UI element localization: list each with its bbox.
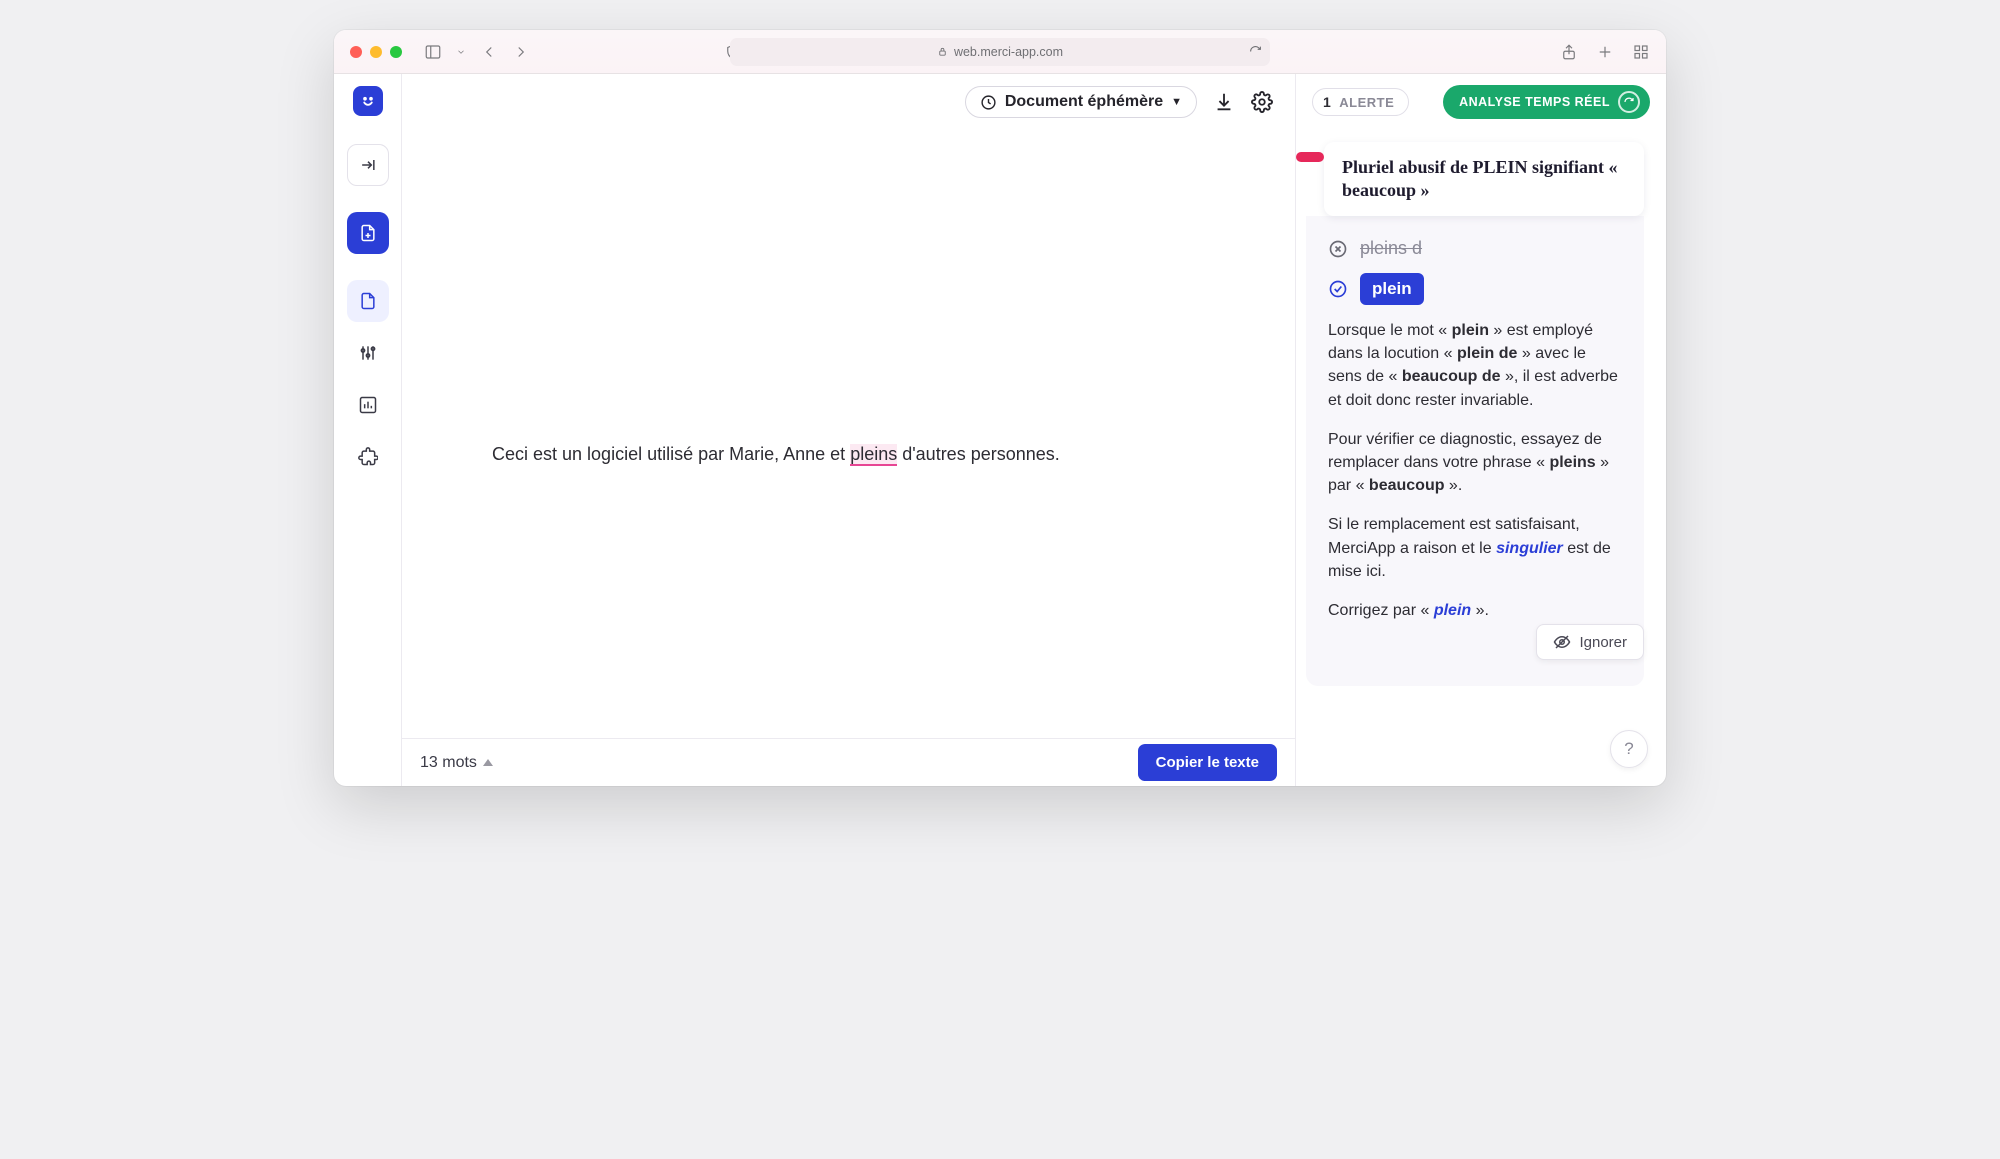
x-circle-icon — [1328, 239, 1348, 259]
alert-count-number: 1 — [1323, 94, 1331, 110]
panel-header: 1 ALERTE ANALYSE TEMPS RÉEL — [1296, 74, 1666, 130]
extension-button[interactable] — [347, 436, 389, 478]
ignore-button[interactable]: Ignorer — [1536, 624, 1644, 660]
download-button[interactable] — [1213, 91, 1235, 113]
error-highlight[interactable]: pleins — [850, 444, 897, 466]
copy-text-button[interactable]: Copier le texte — [1138, 744, 1277, 781]
chevron-down-icon[interactable] — [456, 43, 466, 61]
fix-row[interactable]: plein — [1328, 273, 1622, 305]
explanation: Lorsque le mot « plein » est employé dan… — [1328, 319, 1622, 622]
titlebar: web.merci-app.com — [334, 30, 1666, 74]
correction-body: pleins d plein Lorsque le mot « plein » … — [1306, 216, 1644, 686]
app-logo[interactable] — [353, 86, 383, 116]
stats-button[interactable] — [347, 384, 389, 426]
document-type-dropdown[interactable]: Document éphémère ▼ — [965, 86, 1197, 118]
url-bar[interactable]: web.merci-app.com — [730, 38, 1270, 66]
document-type-label: Document éphémère — [1005, 93, 1163, 111]
minimize-window-button[interactable] — [370, 46, 382, 58]
chevron-down-icon: ▼ — [1171, 96, 1182, 108]
alert-count-badge[interactable]: 1 ALERTE — [1312, 88, 1409, 116]
close-window-button[interactable] — [350, 46, 362, 58]
status-bar: 13 mots Copier le texte — [402, 738, 1295, 786]
word-count-text: 13 mots — [420, 754, 477, 772]
wrong-word-row: pleins d — [1328, 238, 1622, 259]
explanation-p4: Corrigez par « plein ». — [1328, 599, 1622, 622]
sidebar-collapse-button[interactable] — [347, 144, 389, 186]
maximize-window-button[interactable] — [390, 46, 402, 58]
new-tab-icon[interactable] — [1596, 43, 1614, 61]
eye-off-icon — [1553, 633, 1571, 651]
left-sidebar — [334, 74, 402, 786]
correction-title-text: Pluriel abusif de PLEIN signifiant « bea… — [1342, 157, 1618, 200]
fix-suggestion-chip[interactable]: plein — [1360, 273, 1424, 305]
settings-gear-button[interactable] — [1251, 91, 1273, 113]
alert-count-label: ALERTE — [1339, 95, 1394, 110]
explanation-p3: Si le remplacement est satisfaisant, Mer… — [1328, 513, 1622, 583]
refresh-icon — [1618, 91, 1640, 113]
nav-back-icon[interactable] — [480, 43, 498, 61]
share-icon[interactable] — [1560, 43, 1578, 61]
new-document-button[interactable] — [347, 212, 389, 254]
settings-sliders-button[interactable] — [347, 332, 389, 374]
correction-card: Pluriel abusif de PLEIN signifiant « bea… — [1296, 130, 1666, 686]
nav-forward-icon[interactable] — [512, 43, 530, 61]
reload-icon[interactable] — [1249, 45, 1262, 58]
app-root: Document éphémère ▼ Ceci est un logiciel… — [334, 74, 1666, 786]
editor-text-after: d'autres personnes. — [897, 444, 1060, 464]
wrong-word-text: pleins d — [1360, 238, 1422, 259]
word-count[interactable]: 13 mots — [420, 754, 493, 772]
titlebar-right-controls — [1560, 43, 1650, 61]
editor-column: Document éphémère ▼ Ceci est un logiciel… — [402, 74, 1296, 786]
text-editor[interactable]: Ceci est un logiciel utilisé par Marie, … — [402, 130, 1295, 738]
triangle-up-icon — [483, 759, 493, 766]
titlebar-left-controls — [424, 43, 530, 61]
url-text: web.merci-app.com — [954, 45, 1063, 59]
lock-icon — [937, 46, 948, 57]
explanation-p1: Lorsque le mot « plein » est employé dan… — [1328, 319, 1622, 412]
correction-title[interactable]: Pluriel abusif de PLEIN signifiant « bea… — [1324, 142, 1644, 216]
help-button[interactable]: ? — [1610, 730, 1648, 768]
clock-icon — [980, 94, 997, 111]
explanation-p2: Pour vérifier ce diagnostic, essayez de … — [1328, 428, 1622, 498]
corrections-panel: 1 ALERTE ANALYSE TEMPS RÉEL Pluriel abus… — [1296, 74, 1666, 786]
sidebar-toggle-icon[interactable] — [424, 43, 442, 61]
traffic-lights — [350, 46, 402, 58]
realtime-analysis-pill[interactable]: ANALYSE TEMPS RÉEL — [1443, 85, 1650, 119]
document-toolbar: Document éphémère ▼ — [402, 74, 1295, 130]
severity-indicator — [1296, 152, 1324, 162]
editor-text-before: Ceci est un logiciel utilisé par Marie, … — [492, 444, 850, 464]
documents-button[interactable] — [347, 280, 389, 322]
tabs-grid-icon[interactable] — [1632, 43, 1650, 61]
realtime-label: ANALYSE TEMPS RÉEL — [1459, 95, 1610, 109]
ignore-label: Ignorer — [1579, 634, 1627, 651]
check-circle-icon — [1328, 279, 1348, 299]
browser-window: web.merci-app.com — [334, 30, 1666, 786]
